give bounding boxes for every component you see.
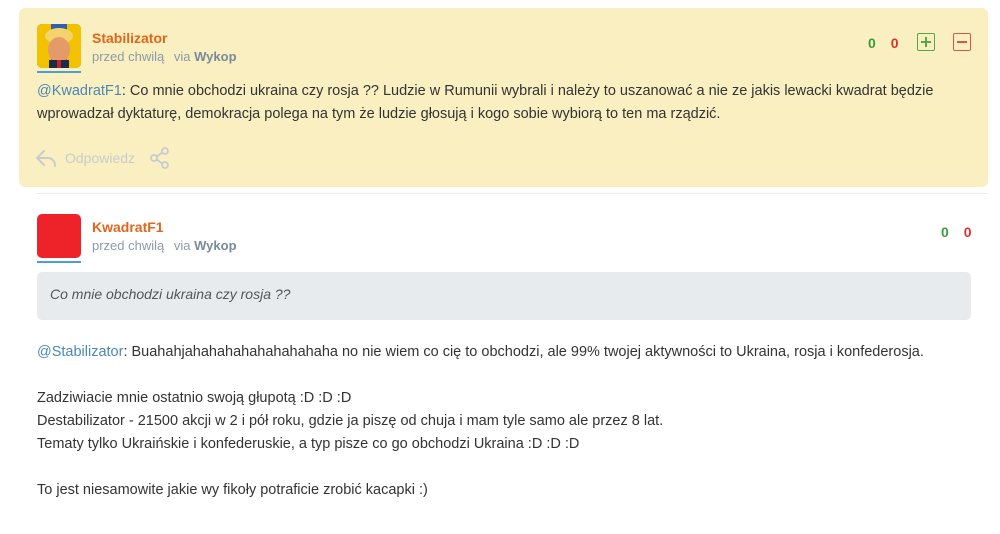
avatar[interactable]	[37, 24, 81, 68]
comment-actions: Odpowiedz	[35, 147, 171, 169]
username[interactable]: Stabilizator	[92, 30, 167, 46]
comment-body: @Stabilizator: Buahahjahahahahahahahahah…	[37, 341, 968, 502]
timestamp: przed chwilą	[92, 49, 165, 64]
username[interactable]: KwadratF1	[92, 219, 164, 235]
comment-line: Destabilizator - 21500 akcji w 2 i pół r…	[37, 413, 664, 429]
upvote-count: 0	[941, 224, 949, 240]
via-link[interactable]: Wykop	[194, 238, 236, 253]
minus-box-icon[interactable]	[953, 33, 971, 51]
reply-button[interactable]: Odpowiedz	[35, 148, 135, 168]
comment-meta: przed chwilą via Wykop	[92, 238, 237, 253]
downvote-count: 0	[890, 35, 899, 51]
via-source: via Wykop	[173, 238, 237, 253]
comment-stabilizator: Stabilizator przed chwilą via Wykop 0 0 …	[19, 8, 988, 187]
share-button[interactable]	[149, 147, 171, 169]
comment-paragraph: @Stabilizator: Buahahjahahahahahahahahah…	[37, 341, 968, 364]
avatar-underline	[37, 261, 81, 263]
plus-box-icon[interactable]	[917, 33, 935, 51]
comment-meta: przed chwilą via Wykop	[92, 49, 237, 64]
share-icon	[150, 147, 169, 169]
upvote-count: 0	[868, 35, 876, 51]
vote-counts: 0 0	[941, 224, 971, 240]
comment-line: Zadziwiacie mnie ostatnio swoją głupotą …	[37, 390, 352, 406]
timestamp: przed chwilą	[92, 238, 165, 253]
via-source: via Wykop	[173, 49, 237, 64]
reply-label: Odpowiedz	[65, 150, 136, 166]
avatar[interactable]	[37, 214, 81, 258]
comment-text: : Co mnie obchodzi ukraina czy rosja ?? …	[37, 83, 934, 122]
comment-line: To jest niesamowite jakie wy fikoły potr…	[37, 482, 428, 498]
downvote-count: 0	[963, 224, 972, 240]
comment-divider	[37, 193, 987, 194]
avatar-image	[37, 24, 81, 68]
comment-line: Tematy tylko Ukraińskie i konfederuskie,…	[37, 436, 580, 452]
comment-text: : Buahahjahahahahahahahahaha no nie wiem…	[123, 344, 924, 360]
reply-arrow-icon	[36, 150, 56, 167]
comment-body: @KwadratF1: Co mnie obchodzi ukraina czy…	[37, 80, 968, 126]
mention-link[interactable]: @Stabilizator	[37, 344, 123, 360]
mention-link[interactable]: @KwadratF1	[37, 83, 122, 99]
avatar-underline	[37, 71, 81, 73]
via-link[interactable]: Wykop	[194, 49, 236, 64]
quoted-text: Co mnie obchodzi ukraina czy rosja ??	[37, 272, 971, 320]
vote-counts: 0 0	[868, 35, 898, 51]
comment-kwadratf1: KwadratF1 przed chwilą via Wykop 0 0 Co …	[19, 200, 988, 534]
